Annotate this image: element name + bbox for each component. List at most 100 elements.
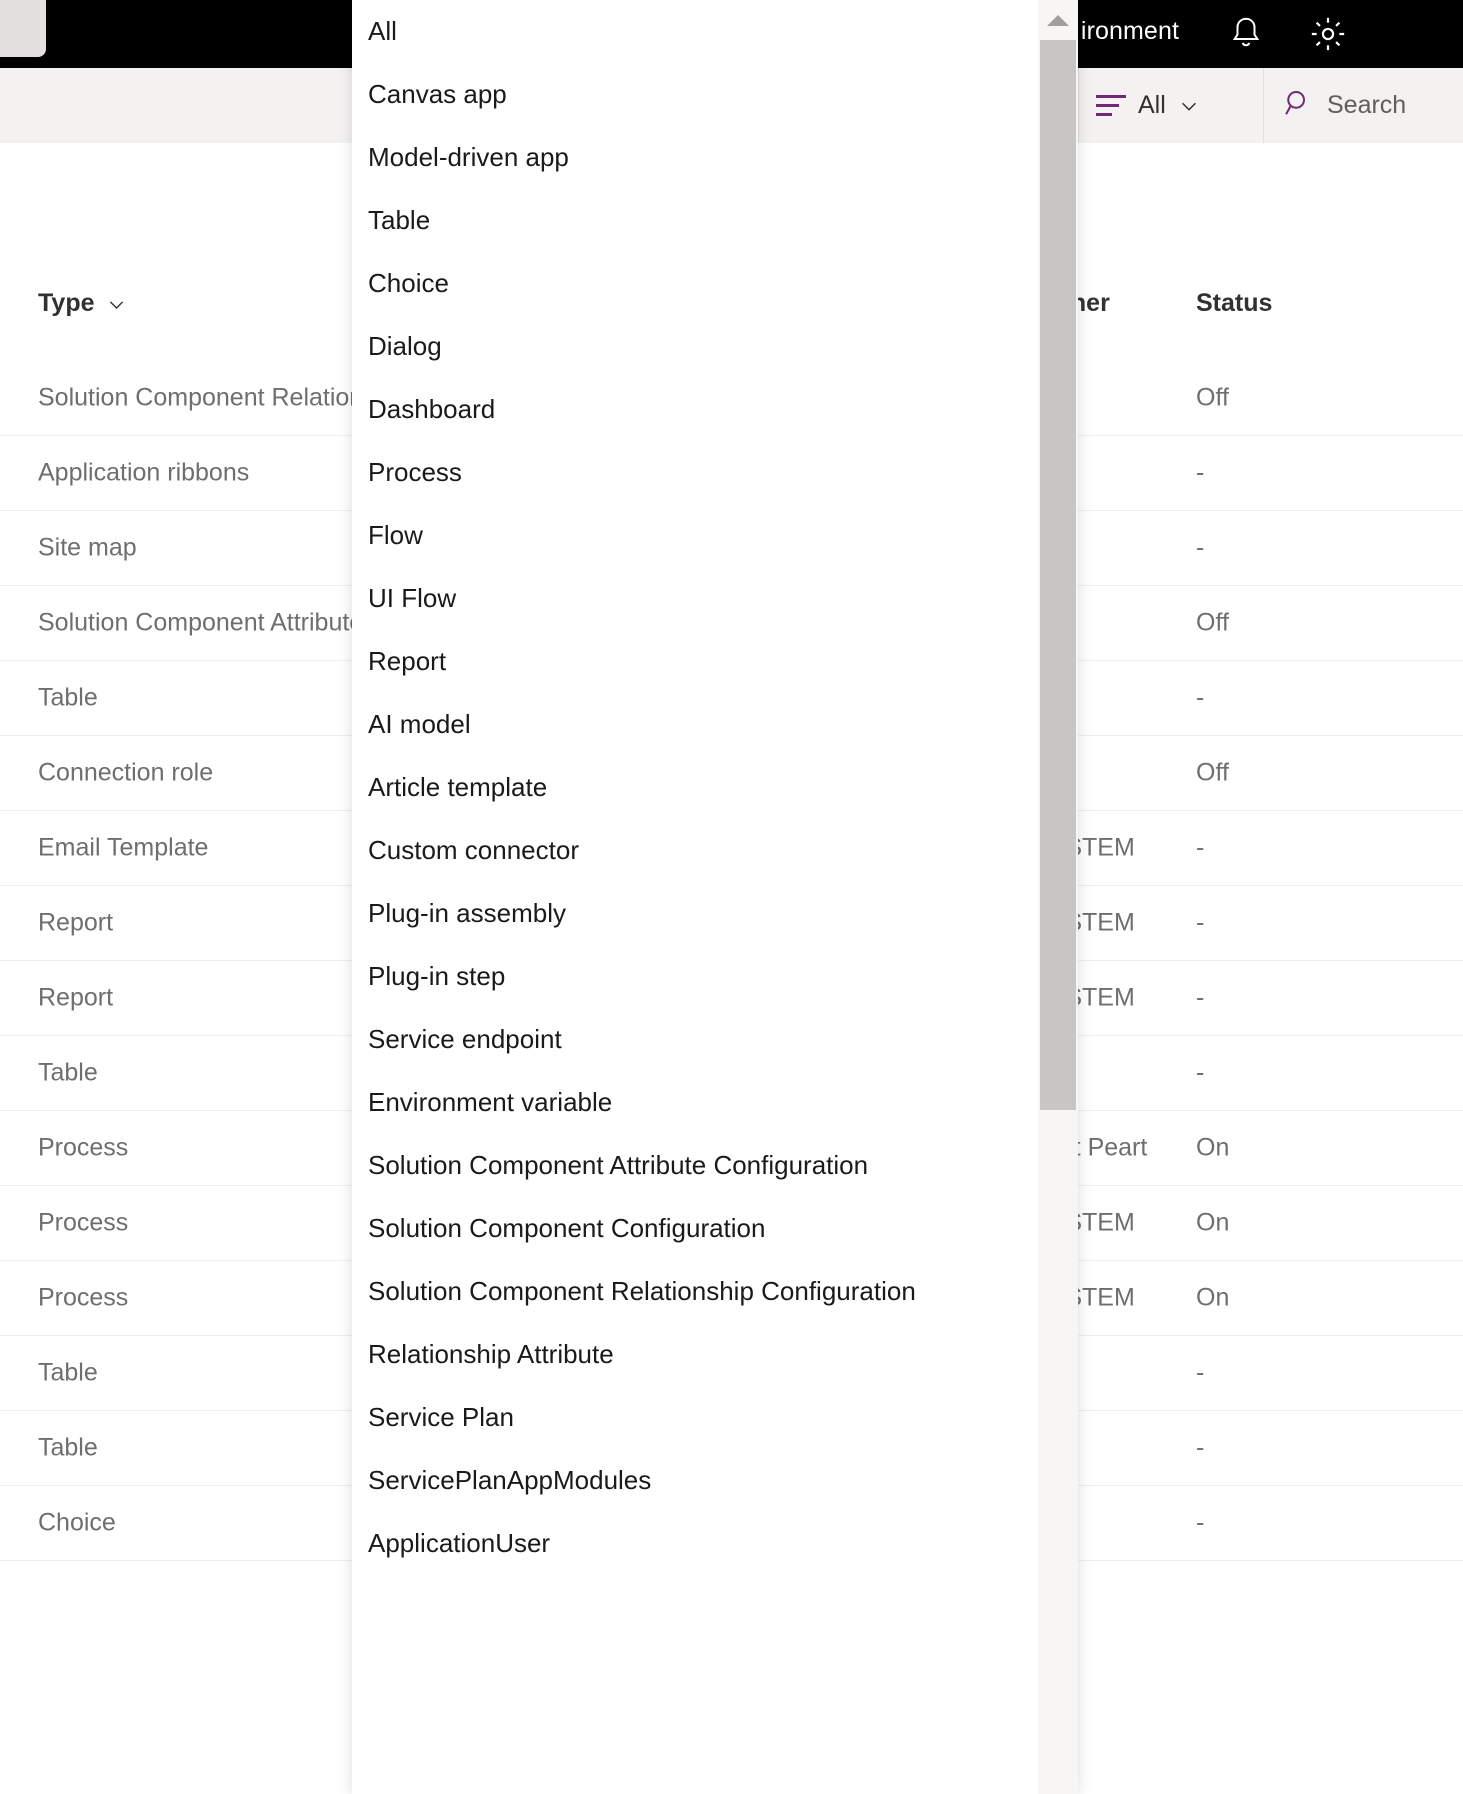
menu-item-custom-connector[interactable]: Custom connector [352, 819, 1038, 882]
menu-item-label: Article template [368, 772, 547, 803]
command-bar-divider-left [1078, 68, 1079, 143]
notification-bell-icon[interactable] [1221, 10, 1271, 58]
menu-item-label: All [368, 16, 397, 47]
menu-item-label: Service endpoint [368, 1024, 562, 1055]
menu-item-all[interactable]: All [352, 0, 1038, 63]
menu-item-applicationuser[interactable]: ApplicationUser [352, 1512, 1038, 1575]
cell-status: - [1196, 534, 1204, 563]
column-header-status-label: Status [1196, 289, 1272, 318]
search-placeholder-label: Search [1327, 91, 1406, 120]
column-header-type-label: Type [38, 289, 95, 318]
command-bar-divider-right [1263, 68, 1264, 143]
menu-item-label: Custom connector [368, 835, 579, 866]
cell-status: - [1196, 1059, 1204, 1088]
cell-type: Process [38, 1134, 128, 1163]
type-filter-label: All [1138, 91, 1166, 120]
menu-item-label: Table [368, 205, 430, 236]
menu-item-solution-component-configuration[interactable]: Solution Component Configuration [352, 1197, 1038, 1260]
cell-status: - [1196, 909, 1204, 938]
cell-status: On [1196, 1209, 1229, 1238]
menu-item-process[interactable]: Process [352, 441, 1038, 504]
menu-item-label: Plug-in step [368, 961, 505, 992]
menu-item-solution-component-relationship-configuration[interactable]: Solution Component Relationship Configur… [352, 1260, 1038, 1323]
menu-item-label: Canvas app [368, 79, 507, 110]
cell-type: Table [38, 1059, 98, 1088]
scroll-up-arrow-icon[interactable] [1038, 0, 1078, 40]
menu-item-label: Dialog [368, 331, 442, 362]
scrollbar-thumb[interactable] [1040, 40, 1076, 1110]
column-header-type[interactable]: Type [38, 289, 127, 318]
menu-item-service-plan[interactable]: Service Plan [352, 1386, 1038, 1449]
menu-item-label: Solution Component Attribute Configurati… [368, 1150, 868, 1181]
menu-item-dashboard[interactable]: Dashboard [352, 378, 1038, 441]
menu-item-ai-model[interactable]: AI model [352, 693, 1038, 756]
cell-status: - [1196, 1434, 1204, 1463]
type-filter-menu-list: All Canvas app Model-driven app Table Choice… [352, 0, 1038, 1575]
flyout-scrollbar[interactable] [1038, 0, 1078, 1794]
menu-item-article-template[interactable]: Article template [352, 756, 1038, 819]
menu-item-label: Flow [368, 520, 423, 551]
cell-status: - [1196, 1359, 1204, 1388]
menu-item-label: Plug-in assembly [368, 898, 566, 929]
cell-status: - [1196, 684, 1204, 713]
chevron-down-icon[interactable] [106, 293, 127, 314]
cell-type: Process [38, 1209, 128, 1238]
cell-status: Off [1196, 609, 1229, 638]
cell-status: On [1196, 1134, 1229, 1163]
cell-status: - [1196, 834, 1204, 863]
menu-item-serviceplanappmodules[interactable]: ServicePlanAppModules [352, 1449, 1038, 1512]
cell-type: Choice [38, 1509, 116, 1538]
menu-item-label: AI model [368, 709, 471, 740]
menu-item-label: Relationship Attribute [368, 1339, 614, 1370]
cell-type: Application ribbons [38, 459, 249, 488]
menu-item-choice[interactable]: Choice [352, 252, 1038, 315]
menu-item-label: Service Plan [368, 1402, 514, 1433]
menu-item-canvas-app[interactable]: Canvas app [352, 63, 1038, 126]
app-logo-tile[interactable] [0, 0, 46, 57]
menu-item-label: Solution Component Configuration [368, 1213, 765, 1244]
type-filter-flyout: All Canvas app Model-driven app Table Choice… [352, 0, 1078, 1794]
menu-item-model-driven-app[interactable]: Model-driven app [352, 126, 1038, 189]
cell-type: Table [38, 1434, 98, 1463]
menu-item-label: UI Flow [368, 583, 456, 614]
cell-type: Connection role [38, 759, 213, 788]
search-box[interactable]: Search [1283, 68, 1406, 143]
cell-status: - [1196, 984, 1204, 1013]
menu-item-relationship-attribute[interactable]: Relationship Attribute [352, 1323, 1038, 1386]
menu-item-ui-flow[interactable]: UI Flow [352, 567, 1038, 630]
chevron-down-icon [1178, 95, 1200, 117]
menu-item-report[interactable]: Report [352, 630, 1038, 693]
menu-item-label: Environment variable [368, 1087, 612, 1118]
cell-status: - [1196, 1509, 1204, 1538]
menu-item-dialog[interactable]: Dialog [352, 315, 1038, 378]
cell-type: Table [38, 684, 98, 713]
cell-status: Off [1196, 384, 1229, 413]
cell-type: Process [38, 1284, 128, 1313]
menu-item-table[interactable]: Table [352, 189, 1038, 252]
menu-item-service-endpoint[interactable]: Service endpoint [352, 1008, 1038, 1071]
cell-status: On [1196, 1284, 1229, 1313]
menu-item-label: Choice [368, 268, 449, 299]
menu-item-solution-component-attribute-configuration[interactable]: Solution Component Attribute Configurati… [352, 1134, 1038, 1197]
menu-item-label: ServicePlanAppModules [368, 1465, 651, 1496]
menu-item-label: ApplicationUser [368, 1528, 550, 1559]
settings-gear-icon[interactable] [1303, 10, 1353, 58]
cell-type: Solution Component Attribute Co [38, 609, 402, 638]
menu-item-plug-in-assembly[interactable]: Plug-in assembly [352, 882, 1038, 945]
menu-item-label: Dashboard [368, 394, 495, 425]
menu-item-environment-variable[interactable]: Environment variable [352, 1071, 1038, 1134]
cell-status: Off [1196, 759, 1229, 788]
menu-item-label: Process [368, 457, 462, 488]
type-filter-button[interactable]: All [1096, 68, 1200, 143]
column-header-status[interactable]: Status [1196, 289, 1272, 318]
menu-item-label: Report [368, 646, 446, 677]
menu-item-plug-in-step[interactable]: Plug-in step [352, 945, 1038, 1008]
cell-status: - [1196, 459, 1204, 488]
menu-item-flow[interactable]: Flow [352, 504, 1038, 567]
menu-item-label: Solution Component Relationship Configur… [368, 1276, 916, 1307]
environment-name-label: ironment [1081, 17, 1179, 46]
app-root: ironment All [0, 0, 1463, 1794]
search-icon [1283, 88, 1313, 123]
cell-type: Site map [38, 534, 137, 563]
cell-type: Email Template [38, 834, 208, 863]
